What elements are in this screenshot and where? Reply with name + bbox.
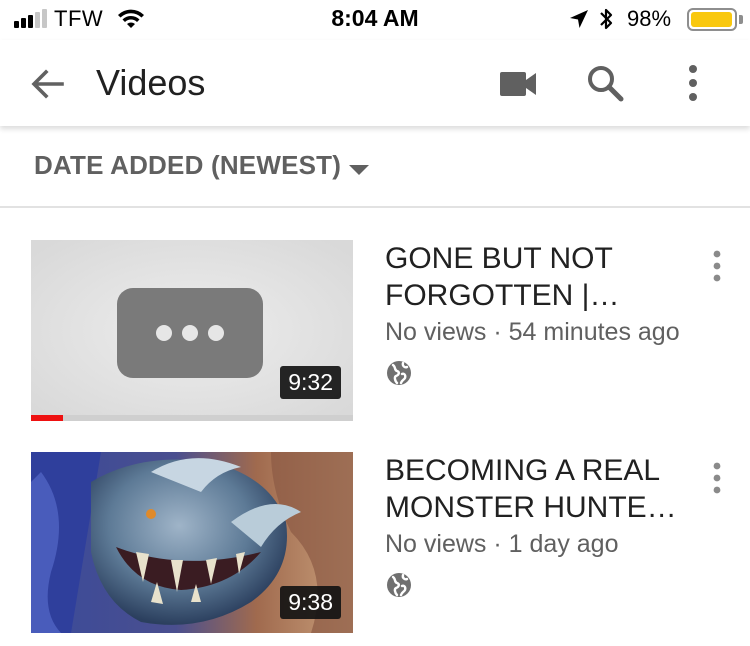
sort-dropdown[interactable]: DATE ADDED (NEWEST) [34,150,369,186]
upload-video-button[interactable] [494,62,540,106]
video-list-item[interactable]: 9:38 BECOMING A REAL MONSTER HUNTE… No v… [0,452,750,644]
more-vert-icon [689,65,697,101]
more-options-button[interactable] [678,60,708,106]
sort-bar: DATE ADDED (NEWEST) [0,126,750,208]
battery-level-fill [691,12,732,27]
video-title[interactable]: BECOMING A REAL MONSTER HUNTE… [385,452,685,526]
bluetooth-icon [598,7,614,36]
video-duration: 9:32 [280,366,341,399]
watch-progress-fill [31,415,64,421]
location-arrow-icon [568,8,590,35]
search-icon [588,66,624,102]
video-camera-icon [500,72,536,96]
search-button[interactable] [582,60,628,106]
battery-percentage: 98% [627,6,672,31]
sort-label: DATE ADDED (NEWEST) [34,150,342,180]
battery-icon [687,8,737,31]
video-meta: No views · 1 day ago [385,530,618,559]
video-options-icon[interactable] [702,246,732,286]
battery-cap [739,15,743,24]
app-bar: Videos [0,40,750,126]
video-options-icon[interactable] [702,458,732,498]
page-title: Videos [96,62,206,103]
back-button[interactable] [26,62,70,106]
upload-age: 54 minutes ago [508,318,680,346]
video-list-item[interactable]: 9:32 GONE BUT NOT FORGOTTEN | Fina… No v… [0,240,750,432]
globe-icon [387,573,411,597]
meta-separator: · [493,318,509,346]
video-meta: No views · 54 minutes ago [385,318,680,347]
video-duration: 9:38 [280,586,341,619]
status-bar: TFW 8:04 AM 98% [0,0,750,40]
video-title[interactable]: GONE BUT NOT FORGOTTEN | Fina… [385,240,685,314]
upload-age: 1 day ago [508,530,619,558]
globe-icon [387,361,411,385]
back-arrow-icon [31,69,64,99]
meta-separator: · [493,530,509,558]
caret-down-icon [349,165,369,175]
view-count: No views [385,530,487,558]
view-count: No views [385,318,487,346]
video-thumbnail[interactable]: 9:38 [31,452,353,633]
watch-progress-bar [31,415,353,421]
video-thumbnail[interactable]: 9:32 [31,240,353,421]
